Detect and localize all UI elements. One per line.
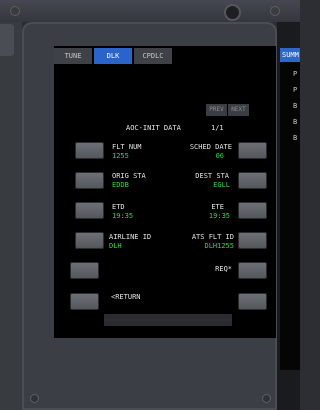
airline-id-label: AIRLINE ID <box>109 233 152 241</box>
left-panel-control[interactable] <box>0 24 14 56</box>
adjacent-display-line: B <box>293 134 298 142</box>
sched-date-value: 06 <box>215 152 224 160</box>
adjacent-display <box>280 48 300 370</box>
return-prompt[interactable]: <RETURN <box>111 293 141 302</box>
lsk-2r-button[interactable] <box>238 172 267 189</box>
lsk-3l-button[interactable] <box>75 202 104 219</box>
flt-num-label: FLT NUM <box>112 143 142 151</box>
req-prompt[interactable]: REQ* <box>172 265 232 274</box>
lsk-1l-button[interactable] <box>75 142 104 159</box>
lsk-2l-button[interactable] <box>75 172 104 189</box>
flt-num-value: 1255 <box>112 152 129 160</box>
lsk-4l-button[interactable] <box>75 232 104 249</box>
etd-value: 19:35 <box>112 212 134 220</box>
left-bezel <box>0 22 22 410</box>
lsk-4r-button[interactable] <box>238 232 267 249</box>
next-page-button[interactable]: NEXT <box>228 104 249 116</box>
dest-sta-label: DEST STA <box>195 172 229 180</box>
airline-id-value: DLH <box>109 242 122 250</box>
mode-tabs: TUNE DLK CPDLC <box>54 48 172 64</box>
prev-page-button[interactable]: PREV <box>206 104 227 116</box>
scratchpad[interactable] <box>104 314 232 326</box>
lsk-6l-button[interactable] <box>70 293 99 310</box>
tab-cpdlc[interactable]: CPDLC <box>134 48 172 64</box>
frame-screw <box>262 394 271 403</box>
tab-tune[interactable]: TUNE <box>54 48 92 64</box>
adjacent-display-line: P <box>293 70 298 78</box>
adjacent-display-line: B <box>293 102 298 110</box>
lsk-5l-button[interactable] <box>70 262 99 279</box>
lsk-1r-button[interactable] <box>238 142 267 159</box>
brightness-knob[interactable] <box>224 4 241 21</box>
frame-screw <box>30 394 39 403</box>
adjacent-display-line: B <box>293 118 298 126</box>
adjacent-display-header[interactable]: SUMM <box>280 48 300 62</box>
ats-flt-id-label: ATS FLT ID <box>191 233 234 241</box>
sched-date-label: SCHED DATE <box>189 143 232 151</box>
top-bezel <box>0 0 300 22</box>
lsk-6r-button[interactable] <box>238 293 267 310</box>
orig-sta-label: ORIG STA <box>112 172 146 180</box>
bezel-screw <box>10 6 20 16</box>
adjacent-display-line: P <box>293 86 298 94</box>
lsk-3r-button[interactable] <box>238 202 267 219</box>
dest-sta-value: EGLL <box>213 181 230 189</box>
ete-label: ETE <box>211 203 224 211</box>
page-number: 1/1 <box>211 124 224 132</box>
etd-label: ETD <box>112 203 125 211</box>
ete-value: 19:35 <box>208 212 230 220</box>
page-title: AOC-INIT DATA <box>126 124 181 132</box>
lsk-5r-button[interactable] <box>238 262 267 279</box>
tab-dlk[interactable]: DLK <box>94 48 132 64</box>
bezel-screw <box>270 6 280 16</box>
orig-sta-value: EDDB <box>112 181 129 189</box>
ats-flt-id-value: DLH1255 <box>204 242 234 250</box>
